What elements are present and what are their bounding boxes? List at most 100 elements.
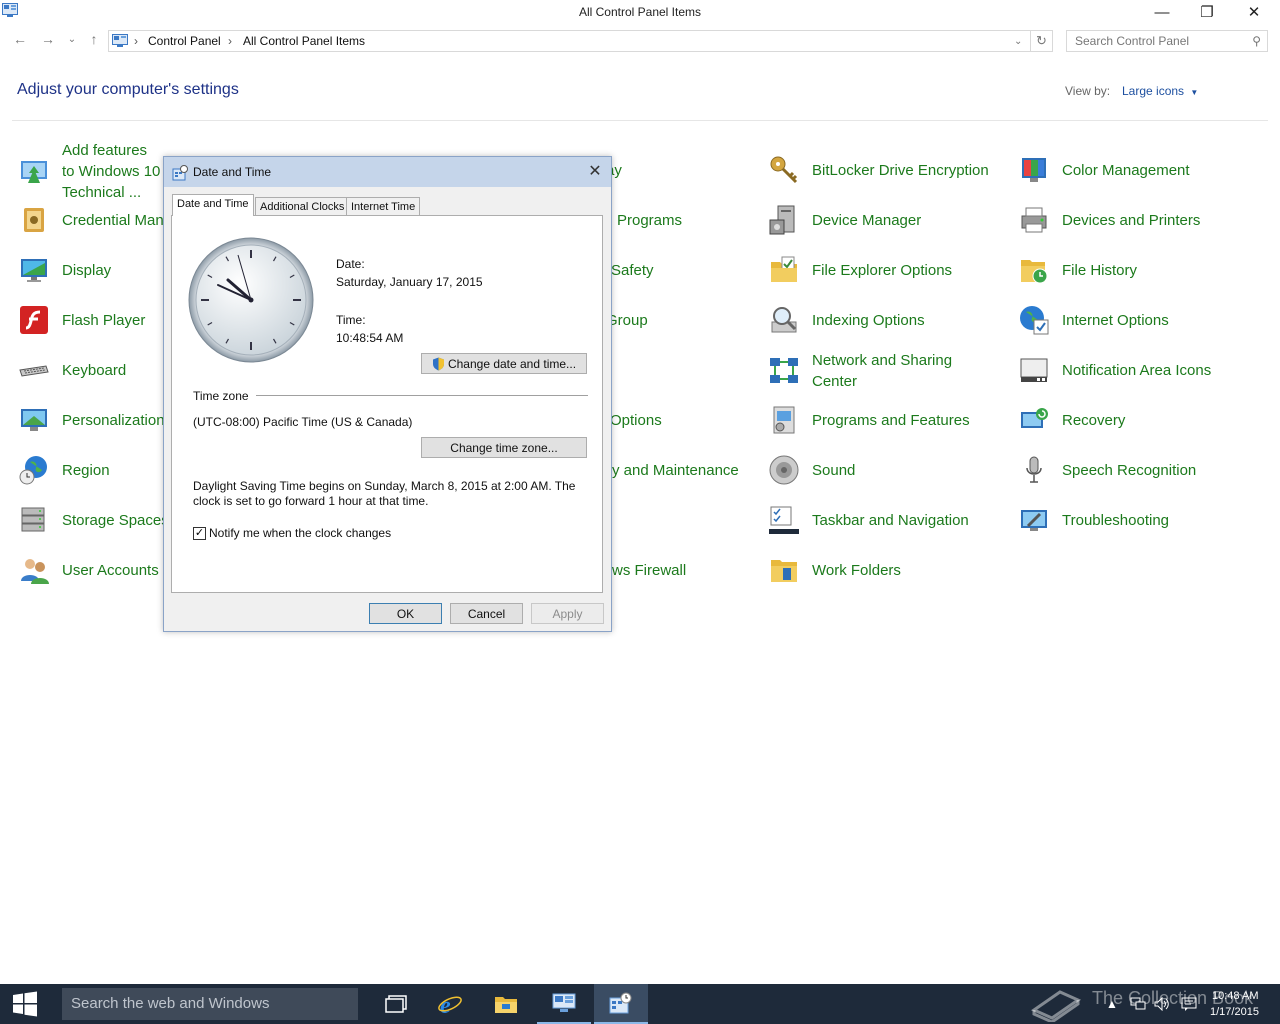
cp-item-display[interactable]: Display: [18, 250, 111, 290]
cp-item-label: File Explorer Options: [812, 261, 953, 279]
cp-item-homegroup[interactable]: Group: [606, 300, 648, 340]
analog-clock-face: [188, 237, 314, 363]
dialog-title: Date and Time: [193, 165, 272, 179]
divider: [12, 120, 1268, 121]
taskbar-control-panel[interactable]: [537, 984, 591, 1024]
taskbar-clock-date[interactable]: 1/17/2015: [1210, 1006, 1259, 1018]
cp-item-family-safety[interactable]: Safety: [611, 250, 654, 290]
display-icon: [21, 259, 47, 282]
cp-item-user-accounts[interactable]: User Accounts: [18, 550, 159, 590]
up-arrow-icon[interactable]: ↑: [84, 31, 104, 47]
apply-button[interactable]: Apply: [531, 603, 604, 624]
minimize-button[interactable]: —: [1139, 0, 1185, 24]
change-date-time-button[interactable]: Change date and time...: [421, 353, 587, 374]
dst-info-line-2: clock is set to go forward 1 hour at tha…: [193, 494, 429, 508]
task-view-button[interactable]: [369, 984, 423, 1024]
taskbar-date-time[interactable]: [594, 984, 648, 1024]
cp-item-label: Internet Options: [1062, 311, 1169, 329]
internet-options-icon: [1020, 306, 1049, 335]
cp-item-flash-player[interactable]: Flash Player: [18, 300, 145, 340]
cp-item-file-explorer-options[interactable]: File Explorer Options: [768, 250, 952, 290]
cp-item-sound[interactable]: Sound: [768, 450, 855, 490]
cp-item-bitlocker[interactable]: BitLocker Drive Encryption: [768, 150, 989, 190]
cp-item-region[interactable]: Region: [18, 450, 110, 490]
search-icon[interactable]: ⚲: [1252, 34, 1261, 48]
back-arrow-icon[interactable]: ←: [10, 31, 30, 47]
cp-item-work-folders[interactable]: Work Folders: [768, 550, 901, 590]
cp-item-label: Safety: [611, 261, 654, 279]
cp-item-device-manager[interactable]: Device Manager: [768, 200, 921, 240]
taskbar-search-box[interactable]: [62, 988, 358, 1020]
restore-button[interactable]: ❐: [1184, 0, 1230, 24]
cp-item-security-maintenance[interactable]: y and Maintenance: [612, 450, 739, 490]
cp-item-network-sharing[interactable]: Network and Sharing Center: [768, 350, 982, 392]
cp-item-recovery[interactable]: Recovery: [1018, 400, 1125, 440]
cp-item-add-features[interactable]: Add features to Windows 10 Technical ...: [18, 142, 162, 201]
add-features-icon: [21, 161, 47, 183]
address-dropdown-chevron-icon[interactable]: ⌄: [1014, 36, 1022, 47]
cp-item-label: User Accounts: [62, 561, 159, 579]
breadcrumb-control-panel[interactable]: Control Panel: [148, 34, 221, 48]
cp-item-personalization[interactable]: Personalization: [18, 400, 165, 440]
cp-item-label: Programs: [617, 211, 683, 229]
cp-item-programs-features[interactable]: Programs and Features: [768, 400, 970, 440]
refresh-icon[interactable]: ↻: [1031, 30, 1053, 52]
view-by-dropdown[interactable]: Large icons ▼: [1122, 84, 1198, 98]
cp-item-keyboard[interactable]: Keyboard: [18, 350, 126, 390]
cp-item-default-programs[interactable]: Programs: [617, 200, 682, 240]
notification-area-icon: [1020, 358, 1048, 382]
breadcrumb-separator-icon[interactable]: ›: [134, 34, 138, 48]
breadcrumb-all-items[interactable]: All Control Panel Items: [243, 34, 365, 48]
action-center-tray-icon[interactable]: [1181, 996, 1197, 1012]
cp-item-label: Speech Recognition: [1062, 461, 1197, 479]
taskbar-internet-explorer[interactable]: e: [423, 984, 477, 1024]
cp-item-label: Color Management: [1062, 161, 1190, 179]
recent-locations-chevron-icon[interactable]: ⌄: [62, 34, 82, 45]
cp-item-label: Group: [606, 311, 648, 329]
cp-item-speech-recognition[interactable]: Speech Recognition: [1018, 450, 1196, 490]
notify-clock-change-checkbox[interactable]: ✓: [193, 527, 206, 540]
cp-item-taskbar-navigation[interactable]: Taskbar and Navigation: [768, 500, 969, 540]
window-titlebar: All Control Panel Items — ❐ ✕: [0, 0, 1280, 24]
cp-item-power-options[interactable]: Options: [610, 400, 662, 440]
dialog-close-icon[interactable]: ✕: [584, 160, 606, 182]
network-tray-icon[interactable]: [1130, 996, 1146, 1012]
tab-internet-time[interactable]: Internet Time: [346, 197, 421, 216]
date-time-dialog: Date and Time ✕ Date and Time Additional…: [163, 156, 612, 632]
forward-arrow-icon[interactable]: →: [38, 31, 58, 47]
cp-item-label: Personalization: [62, 411, 165, 429]
view-by-value: Large icons: [1122, 84, 1185, 98]
tab-date-and-time[interactable]: Date and Time: [172, 194, 254, 216]
volume-tray-icon[interactable]: [1154, 996, 1170, 1012]
taskbar-search-input[interactable]: [69, 988, 349, 1018]
cp-item-label: Add features to Windows 10 Technical ...: [62, 141, 161, 201]
cp-item-windows-firewall[interactable]: ws Firewall: [612, 550, 686, 590]
change-date-time-label: Change date and time...: [447, 356, 577, 371]
cancel-button[interactable]: Cancel: [450, 603, 523, 624]
breadcrumb-separator-icon[interactable]: ›: [228, 34, 232, 48]
cp-item-notification-area-icons[interactable]: Notification Area Icons: [1018, 350, 1211, 390]
cp-item-file-history[interactable]: File History: [1018, 250, 1137, 290]
close-button[interactable]: ✕: [1231, 0, 1277, 24]
notify-clock-change-label[interactable]: Notify me when the clock changes: [209, 526, 391, 540]
search-box[interactable]: ⚲: [1066, 30, 1268, 52]
taskbar-clock-time[interactable]: 10:48 AM: [1212, 990, 1258, 1002]
dialog-titlebar[interactable]: Date and Time ✕: [164, 157, 611, 187]
cp-item-color-management[interactable]: Color Management: [1018, 150, 1190, 190]
cp-item-storage-spaces[interactable]: Storage Spaces: [18, 500, 169, 540]
cp-item-label: Flash Player: [62, 311, 146, 329]
start-button[interactable]: [0, 984, 50, 1024]
search-input[interactable]: [1073, 31, 1243, 51]
cp-item-troubleshooting[interactable]: Troubleshooting: [1018, 500, 1169, 540]
address-bar[interactable]: › Control Panel › All Control Panel Item…: [108, 30, 1031, 52]
show-hidden-icons-chevron-icon[interactable]: ▲: [1104, 996, 1120, 1012]
tab-additional-clocks[interactable]: Additional Clocks: [255, 197, 350, 216]
change-time-zone-button[interactable]: Change time zone...: [421, 437, 587, 458]
taskbar-file-explorer[interactable]: [479, 984, 533, 1024]
bitlocker-key-icon: [770, 156, 798, 184]
work-folders-icon: [771, 560, 797, 582]
ok-button[interactable]: OK: [369, 603, 442, 624]
cp-item-devices-printers[interactable]: Devices and Printers: [1018, 200, 1200, 240]
cp-item-internet-options[interactable]: Internet Options: [1018, 300, 1169, 340]
cp-item-indexing-options[interactable]: Indexing Options: [768, 300, 925, 340]
